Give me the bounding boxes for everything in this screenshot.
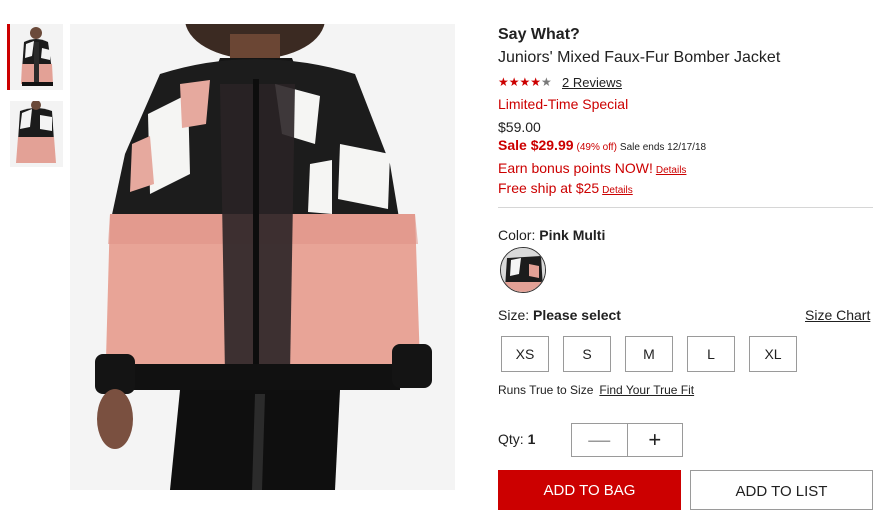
discount-percent: (49% off) xyxy=(576,142,617,153)
original-price: $59.00 xyxy=(498,119,541,135)
qty-label-text: Qty: xyxy=(498,431,524,447)
add-to-list-button[interactable]: ADD TO LIST xyxy=(690,470,873,510)
swatch-image xyxy=(501,248,545,292)
selected-size: Please select xyxy=(533,307,621,323)
free-shipping-offer: Free ship at $25 Details xyxy=(498,180,633,196)
color-label-text: Color: xyxy=(498,227,536,243)
color-label: Color: Pink Multi xyxy=(498,227,605,243)
quantity-stepper: — + xyxy=(571,423,683,457)
size-option-s[interactable]: S xyxy=(563,336,611,372)
jacket-thumbnail-image xyxy=(10,24,63,90)
main-product-image[interactable] xyxy=(70,24,455,490)
bonus-points-text: Earn bonus points NOW! xyxy=(498,160,653,176)
find-true-fit-link[interactable]: Find Your True Fit xyxy=(599,383,694,397)
quantity-value: 1 xyxy=(527,431,536,447)
decrease-quantity-button[interactable]: — xyxy=(572,424,628,456)
quantity-label: Qty: 1 xyxy=(498,431,535,447)
selected-color: Pink Multi xyxy=(539,227,606,243)
sale-end-date: Sale ends 12/17/18 xyxy=(619,142,707,153)
runs-true-to-size-text: Runs True to Size xyxy=(498,383,594,397)
fit-info: Runs True to Size Find Your True Fit xyxy=(498,383,694,397)
jacket-photo-illustration xyxy=(70,24,455,490)
add-to-bag-button[interactable]: ADD TO BAG xyxy=(498,470,681,510)
reviews-link[interactable]: 2 Reviews xyxy=(562,75,622,90)
size-option-xs[interactable]: XS xyxy=(501,336,549,372)
size-option-xl[interactable]: XL xyxy=(749,336,797,372)
sale-price-row: Sale $29.99 (49% off) Sale ends 12/17/18 xyxy=(498,137,706,155)
size-chart-link[interactable]: Size Chart xyxy=(805,307,870,323)
increase-quantity-button[interactable]: + xyxy=(628,424,683,456)
size-option-l[interactable]: L xyxy=(687,336,735,372)
product-title: Juniors' Mixed Faux-Fur Bomber Jacket xyxy=(498,49,781,66)
filled-stars: ★★★★ xyxy=(498,75,542,89)
color-swatch-pink-multi[interactable] xyxy=(500,247,546,293)
shipping-details-link[interactable]: Details xyxy=(602,185,633,196)
empty-star-icon: ★ xyxy=(541,75,552,89)
rating-stars: ★★★★★ xyxy=(498,75,552,89)
sale-price: Sale $29.99 xyxy=(498,137,574,153)
bonus-details-link[interactable]: Details xyxy=(656,165,687,176)
product-thumbnail-1[interactable] xyxy=(7,24,63,90)
free-shipping-text: Free ship at $25 xyxy=(498,180,600,196)
size-label: Size: Please select xyxy=(498,307,621,323)
promo-label: Limited-Time Special xyxy=(498,96,629,112)
size-label-text: Size: xyxy=(498,307,530,323)
product-brand[interactable]: Say What? xyxy=(498,26,580,44)
size-option-m[interactable]: M xyxy=(625,336,673,372)
jacket-thumbnail-image xyxy=(10,101,63,167)
product-thumbnail-2[interactable] xyxy=(10,101,63,167)
section-divider xyxy=(498,207,873,208)
bonus-points-offer: Earn bonus points NOW! Details xyxy=(498,160,686,176)
